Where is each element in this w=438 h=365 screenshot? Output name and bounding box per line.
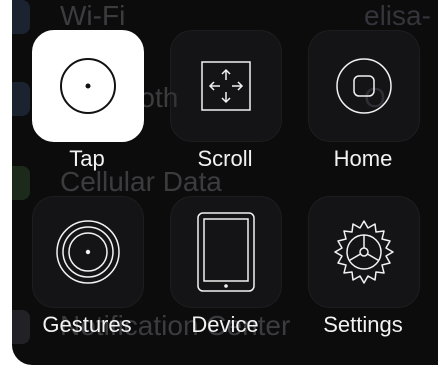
settings-button[interactable] — [308, 196, 420, 308]
tap-button[interactable] — [32, 30, 144, 142]
device-button[interactable] — [170, 196, 282, 308]
scroll-button[interactable] — [170, 30, 282, 142]
assistive-touch-menu: Tap Scroll Home Gestures Device Settings — [12, 0, 438, 365]
tap-label[interactable]: Tap — [17, 146, 157, 172]
settings-gear-icon — [334, 220, 394, 284]
device-label[interactable]: Device — [155, 312, 295, 338]
gestures-label[interactable]: Gestures — [17, 312, 157, 338]
assistive-touch-overlay: Wi-Fi elisa- Bluetooth O Cellular Data N… — [12, 0, 438, 365]
gestures-button[interactable] — [32, 196, 144, 308]
settings-label[interactable]: Settings — [293, 312, 433, 338]
home-label[interactable]: Home — [293, 146, 433, 172]
scroll-arrows-icon — [201, 61, 251, 111]
tap-circle-icon — [60, 58, 116, 114]
home-button[interactable] — [308, 30, 420, 142]
ipad-device-icon — [197, 212, 255, 292]
scroll-label[interactable]: Scroll — [155, 146, 295, 172]
home-button-icon — [336, 58, 392, 114]
gestures-rings-icon — [56, 220, 120, 284]
